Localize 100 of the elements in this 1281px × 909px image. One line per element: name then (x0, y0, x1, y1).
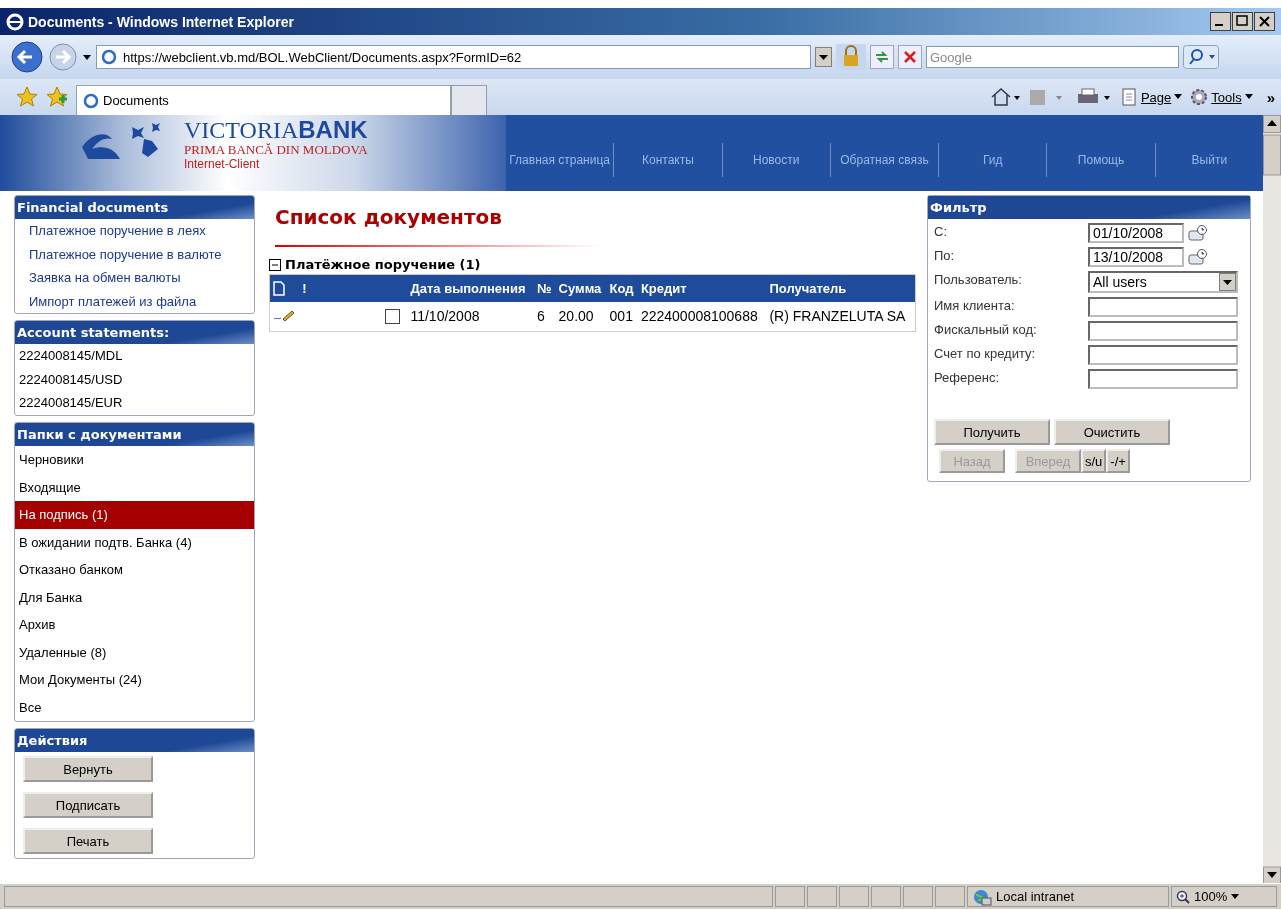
caret-icon[interactable] (1244, 94, 1253, 100)
page-icon[interactable] (101, 49, 117, 65)
zoom-icon[interactable] (1176, 889, 1190, 904)
nav-link[interactable]: Выйти (1154, 143, 1263, 177)
status-pane (775, 886, 805, 907)
browser-logo-icon[interactable] (6, 12, 24, 31)
maximize-icon[interactable] (1232, 12, 1253, 31)
action-button[interactable]: Вернуть (23, 756, 153, 783)
field-label: Пользователь: (934, 271, 1023, 289)
sidebar-link[interactable]: Заявка на обмен валюты (15, 266, 254, 290)
caret-icon[interactable] (1231, 893, 1240, 900)
search-field[interactable]: Google (926, 46, 1179, 68)
column-header[interactable]: Получатель (766, 274, 916, 302)
sidebar-link[interactable]: Импорт платежей из файла (15, 289, 254, 313)
user-select[interactable]: All users (1088, 271, 1238, 293)
home-icon[interactable] (989, 87, 1020, 107)
pencil-icon[interactable] (273, 309, 295, 324)
document-icon[interactable] (273, 280, 285, 296)
filter-button[interactable]: Получить (934, 419, 1050, 445)
column-header[interactable]: Дата выполнения (407, 274, 535, 302)
pager-button[interactable]: -/+ (1106, 449, 1130, 473)
refresh-icon[interactable] (870, 45, 894, 69)
sidebar-link[interactable]: Платежное поручение в валюте (15, 242, 254, 266)
folder-item[interactable]: Для Банка (15, 583, 254, 612)
minimize-icon[interactable] (1210, 12, 1231, 31)
folder-item[interactable]: Удаленные (8) (15, 638, 254, 667)
text-field[interactable] (1088, 297, 1238, 317)
folder-item[interactable]: На подпись (1) (15, 501, 254, 529)
date-field[interactable]: 01/10/2008 (1088, 223, 1184, 243)
folder-item[interactable]: Черновики (15, 446, 254, 474)
page-icon[interactable] (83, 92, 99, 109)
table-cell: 11/10/2008 (407, 301, 535, 332)
search-icon[interactable] (1183, 45, 1219, 69)
row-checkbox[interactable] (385, 308, 401, 324)
nav-link[interactable]: Главная страница (506, 143, 614, 177)
nav-link[interactable]: Помощь (1046, 143, 1155, 177)
address-field[interactable]: https://webclient.vb.md/BOL.WebClient/Documents.aspx?FormID=62 (96, 45, 811, 69)
tagline: PRIMA BANCĂ DIN MOLDOVA (184, 143, 368, 157)
folder-item[interactable]: Отказано банком (15, 556, 254, 584)
folder-item[interactable]: В ожидании подтв. Банка (4) (15, 528, 254, 557)
pager-button[interactable]: s/u (1081, 449, 1107, 473)
folder-item[interactable]: Мои Документы (24) (15, 666, 254, 694)
tools-menu[interactable]: Tools (1190, 88, 1253, 106)
zoom-control[interactable]: 100% (1171, 886, 1277, 907)
stop-icon[interactable] (898, 45, 922, 69)
panel-title: Фильтр (928, 196, 1250, 219)
folder-item[interactable]: Входящие (15, 473, 254, 502)
nav-link[interactable]: Обратная связь (829, 143, 939, 177)
caret-icon[interactable] (82, 53, 92, 61)
column-header[interactable]: № (534, 274, 556, 302)
dropdown-icon[interactable] (1219, 273, 1236, 291)
text-field[interactable] (1088, 369, 1238, 389)
calendar-icon[interactable] (1188, 248, 1208, 266)
close-icon[interactable] (1254, 12, 1275, 31)
star-icon[interactable] (16, 86, 38, 108)
page-menu[interactable]: Page (1119, 88, 1183, 106)
table-cell: 222400008100688 (637, 301, 767, 332)
nav-link[interactable]: Контакты (613, 143, 722, 177)
field-label: С: (934, 223, 948, 241)
globe-icon[interactable] (972, 887, 992, 906)
caret-icon[interactable] (1174, 94, 1183, 100)
add-favorite-icon[interactable] (46, 86, 68, 108)
table-cell: 001 (606, 301, 638, 332)
product-name: Internet-Client (184, 157, 261, 171)
folder-item[interactable]: Архив (15, 611, 254, 639)
chevron-button[interactable]: » (1260, 88, 1275, 106)
field-label: Имя клиента: (934, 297, 1016, 315)
table-cell: (R) FRANZELUTA SA (766, 301, 916, 332)
field-label: По: (934, 247, 956, 265)
nav-link[interactable]: Гид (938, 143, 1047, 177)
calendar-icon[interactable] (1188, 224, 1208, 242)
column-header[interactable]: ! (299, 274, 311, 302)
page-icon[interactable] (1119, 88, 1138, 106)
panel-title: Действия (15, 729, 254, 753)
scrollbar-icon[interactable] (1263, 115, 1281, 883)
filter-button[interactable]: Очистить (1054, 419, 1170, 445)
account-link[interactable]: 2224008145/MDL (15, 344, 254, 368)
date-field[interactable]: 13/10/2008 (1088, 247, 1184, 267)
account-link[interactable]: 2224008145/USD (15, 367, 254, 392)
table-cell: 20.00 (555, 301, 607, 332)
security-zone: Local intranet (996, 889, 1075, 904)
text-field[interactable] (1088, 321, 1238, 341)
gear-icon[interactable] (1190, 88, 1209, 106)
dropdown-icon[interactable] (815, 47, 832, 67)
column-header[interactable]: Кредит (637, 274, 767, 302)
status-pane (935, 886, 965, 907)
folder-item[interactable]: Все (15, 693, 254, 722)
account-link[interactable]: 2224008145/EUR (15, 391, 254, 416)
action-button[interactable]: Печать (23, 828, 153, 855)
column-header[interactable]: Код (606, 274, 638, 302)
status-pane (903, 886, 933, 907)
sidebar-link[interactable]: Платежное поручение в леях (15, 219, 254, 243)
browser-tab[interactable]: Documents (76, 85, 451, 115)
column-header[interactable]: Сумма (555, 274, 607, 302)
status-pane (871, 886, 901, 907)
collapse-icon[interactable] (269, 258, 281, 271)
back-icon[interactable] (10, 40, 44, 74)
text-field[interactable] (1088, 345, 1238, 365)
action-button[interactable]: Подписать (23, 792, 153, 819)
nav-link[interactable]: Новости (721, 143, 830, 177)
